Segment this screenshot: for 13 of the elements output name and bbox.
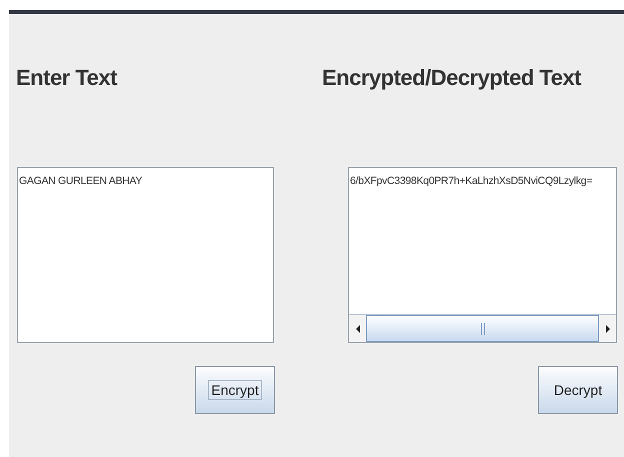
horizontal-scrollbar[interactable] bbox=[349, 314, 616, 342]
decrypt-button[interactable]: Decrypt bbox=[538, 366, 618, 414]
encrypt-button[interactable]: Encrypt bbox=[195, 366, 275, 414]
text-area[interactable]: 6/bXFpvC3398Kq0PR7h+KaLhzhXsD5NviCQ9Lzylkg= bbox=[348, 167, 617, 343]
section-heading: Enter Text bbox=[16, 67, 117, 89]
scroll-left-icon[interactable] bbox=[356, 324, 360, 332]
text-line: 6/bXFpvC3398Kq0PR7h+KaLhzhXsD5NviCQ9Lzylkg= bbox=[349, 174, 594, 189]
scrollbar-thumb[interactable] bbox=[366, 315, 599, 342]
text-area[interactable]: GAGAN GURLEEN ABHAY bbox=[17, 167, 274, 343]
text-line: GAGAN GURLEEN ABHAY bbox=[18, 174, 144, 189]
scroll-right-icon[interactable] bbox=[606, 324, 610, 332]
section-heading: Encrypted/Decrypted Text bbox=[322, 67, 582, 89]
grip-icon bbox=[480, 322, 484, 334]
